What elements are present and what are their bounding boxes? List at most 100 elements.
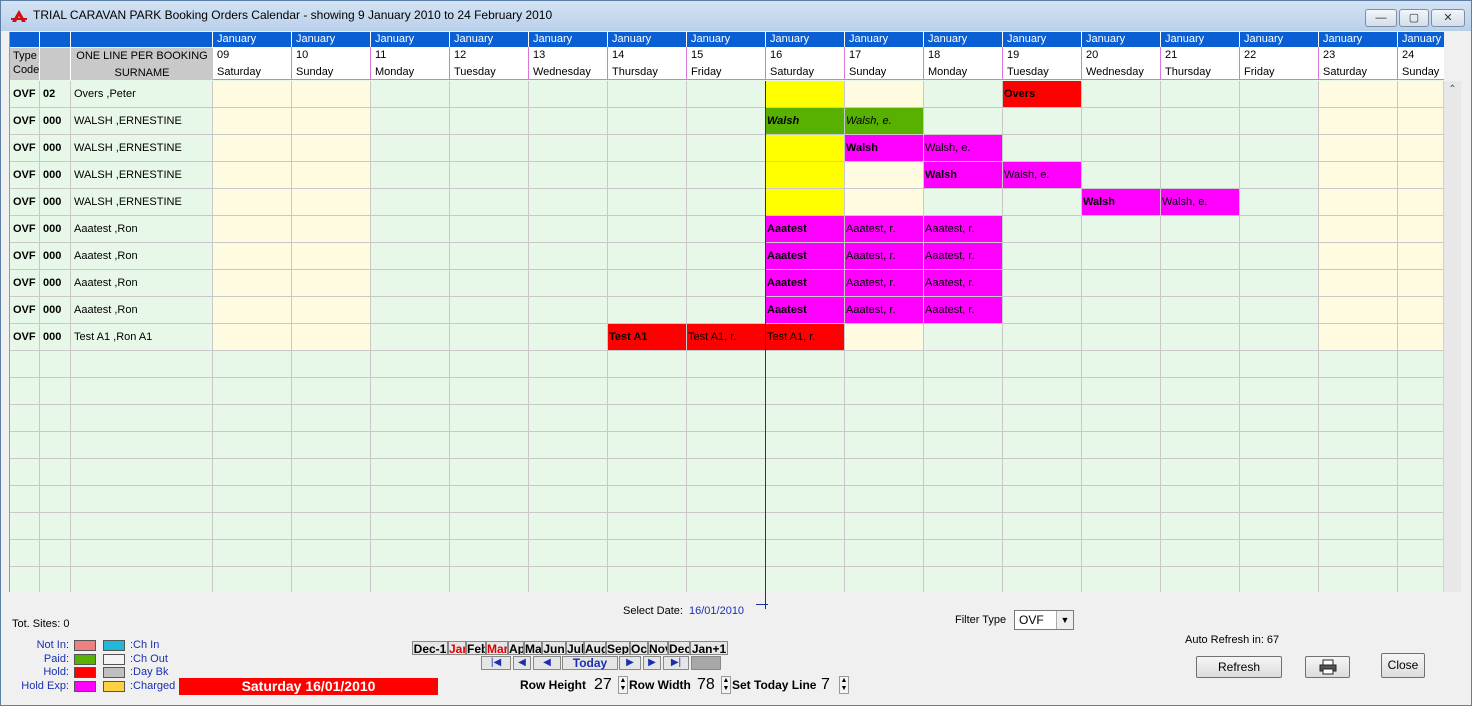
day-cell[interactable] — [766, 378, 845, 405]
day-cell[interactable] — [450, 513, 529, 540]
day-cell[interactable] — [213, 459, 292, 486]
day-cell[interactable] — [213, 189, 292, 216]
day-cell[interactable] — [1319, 405, 1398, 432]
table-row[interactable] — [10, 513, 1444, 540]
day-cell[interactable] — [371, 162, 450, 189]
day-cell[interactable] — [371, 81, 450, 108]
day-cell[interactable] — [529, 189, 608, 216]
day-cell[interactable] — [213, 162, 292, 189]
booking-cell[interactable]: Aaatest, r. — [845, 270, 924, 297]
spin-up-icon[interactable]: ▲ — [840, 677, 848, 685]
today-button[interactable]: Today — [562, 656, 618, 670]
day-cell[interactable] — [608, 108, 687, 135]
day-cell[interactable] — [529, 108, 608, 135]
day-cell[interactable] — [687, 81, 766, 108]
day-cell[interactable] — [371, 432, 450, 459]
day-cell[interactable] — [529, 486, 608, 513]
day-cell[interactable] — [1082, 243, 1161, 270]
day-cell[interactable] — [529, 216, 608, 243]
day-cell[interactable] — [292, 162, 371, 189]
day-cell[interactable] — [1240, 216, 1319, 243]
day-header-weekday[interactable]: Thursday — [1161, 63, 1240, 80]
prev-week-button[interactable]: ◀ — [533, 656, 561, 670]
day-cell[interactable] — [1161, 324, 1240, 351]
day-cell[interactable] — [529, 540, 608, 567]
day-cell[interactable] — [292, 108, 371, 135]
day-cell[interactable] — [213, 567, 292, 592]
row-surname[interactable]: Aaatest ,Ron — [71, 243, 213, 270]
row-surname[interactable] — [71, 459, 213, 486]
day-cell[interactable] — [1398, 405, 1444, 432]
prev-month-button[interactable]: ◀ — [513, 656, 531, 670]
day-cell[interactable] — [1398, 216, 1444, 243]
day-header-weekday[interactable]: Sunday — [845, 63, 924, 80]
day-header-weekday[interactable]: Saturday — [213, 63, 292, 80]
day-cell[interactable] — [450, 540, 529, 567]
day-cell[interactable] — [450, 567, 529, 592]
day-header-weekday[interactable]: Sunday — [1398, 63, 1444, 80]
day-cell[interactable] — [450, 405, 529, 432]
day-header-weekday[interactable]: Thursday — [608, 63, 687, 80]
last-page-button[interactable]: ▶| — [663, 656, 689, 670]
table-row[interactable] — [10, 486, 1444, 513]
booking-cell[interactable]: Aaatest, r. — [845, 297, 924, 324]
day-cell[interactable] — [766, 486, 845, 513]
day-cell[interactable] — [213, 216, 292, 243]
day-header-weekday[interactable]: Saturday — [1319, 63, 1398, 80]
day-cell[interactable] — [1319, 351, 1398, 378]
day-cell[interactable] — [529, 81, 608, 108]
day-cell[interactable] — [1161, 486, 1240, 513]
day-header-weekday[interactable]: Tuesday — [450, 63, 529, 80]
month-button[interactable]: Jul — [566, 641, 584, 655]
day-cell[interactable] — [450, 108, 529, 135]
booking-cell[interactable]: Walsh, e. — [845, 108, 924, 135]
spin-up-icon[interactable]: ▲ — [619, 677, 627, 685]
day-header-weekday[interactable]: Monday — [371, 63, 450, 80]
day-cell[interactable] — [687, 540, 766, 567]
day-header-weekday[interactable]: Saturday — [766, 63, 845, 80]
day-header-weekday[interactable]: Sunday — [292, 63, 371, 80]
day-cell[interactable] — [1003, 405, 1082, 432]
day-cell[interactable] — [1161, 216, 1240, 243]
day-cell[interactable] — [529, 351, 608, 378]
day-cell[interactable] — [292, 567, 371, 592]
day-cell[interactable] — [450, 351, 529, 378]
day-cell[interactable] — [687, 243, 766, 270]
table-row[interactable]: OVF 000 WALSH ,ERNESTINE Walsh Walsh, e. — [10, 162, 1444, 189]
day-cell[interactable] — [845, 459, 924, 486]
day-cell[interactable] — [450, 459, 529, 486]
day-cell[interactable] — [924, 324, 1003, 351]
next-month-button[interactable]: ▶ — [643, 656, 661, 670]
row-surname[interactable]: WALSH ,ERNESTINE — [71, 108, 213, 135]
month-button[interactable]: Dec — [668, 641, 690, 655]
print-button[interactable] — [1305, 656, 1350, 678]
minimize-button[interactable]: — — [1365, 9, 1397, 27]
day-cell[interactable] — [1398, 135, 1444, 162]
day-cell[interactable] — [845, 513, 924, 540]
day-cell[interactable] — [1082, 81, 1161, 108]
day-cell[interactable] — [1319, 270, 1398, 297]
day-cell[interactable] — [924, 432, 1003, 459]
month-button[interactable]: Sep — [606, 641, 630, 655]
day-cell[interactable] — [687, 567, 766, 592]
day-cell[interactable] — [1161, 567, 1240, 592]
day-cell[interactable] — [1240, 243, 1319, 270]
day-cell[interactable] — [845, 81, 924, 108]
day-cell[interactable] — [1319, 216, 1398, 243]
calendar-grid[interactable]: Type Code ONE LINE PER BOOKING SURNAME J… — [9, 32, 1444, 592]
day-cell[interactable] — [1082, 405, 1161, 432]
day-cell[interactable] — [845, 567, 924, 592]
day-cell[interactable] — [1003, 486, 1082, 513]
row-surname[interactable] — [71, 378, 213, 405]
day-cell[interactable] — [1161, 378, 1240, 405]
day-cell[interactable] — [687, 216, 766, 243]
day-cell[interactable] — [766, 351, 845, 378]
day-cell[interactable] — [687, 405, 766, 432]
day-cell[interactable] — [687, 351, 766, 378]
booking-cell[interactable]: Walsh — [845, 135, 924, 162]
day-cell[interactable] — [1398, 567, 1444, 592]
day-cell[interactable] — [1398, 189, 1444, 216]
day-cell[interactable] — [292, 540, 371, 567]
day-cell[interactable] — [687, 378, 766, 405]
day-cell[interactable] — [608, 351, 687, 378]
